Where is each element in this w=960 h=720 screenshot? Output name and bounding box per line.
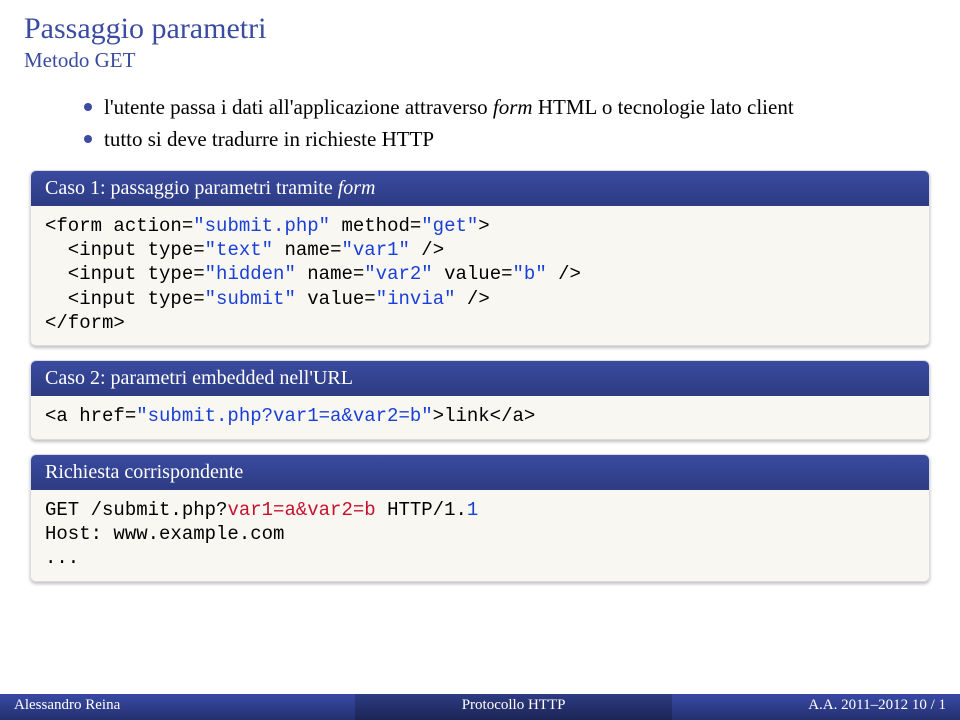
bullet-text: tutto si deve tradurre in richieste HTTP [104, 125, 434, 153]
page-subtitle: Metodo GET [24, 48, 936, 73]
bullet-icon [84, 135, 92, 143]
block-header: Caso 2: parametri embedded nell'URL [31, 361, 929, 396]
code-block-caso2: Caso 2: parametri embedded nell'URL <a h… [30, 360, 930, 439]
list-item: l'utente passa i dati all'applicazione a… [84, 93, 936, 121]
bullet-text: l'utente passa i dati all'applicazione a… [104, 93, 794, 121]
code-body: <a href="submit.php?var1=a&var2=b">link<… [31, 396, 929, 438]
block-header: Richiesta corrispondente [31, 455, 929, 490]
code-body: <form action="submit.php" method="get"> … [31, 206, 929, 346]
bullet-list: l'utente passa i dati all'applicazione a… [84, 93, 936, 154]
code-block-richiesta: Richiesta corrispondente GET /submit.php… [30, 454, 930, 582]
list-item: tutto si deve tradurre in richieste HTTP [84, 125, 936, 153]
bullet-icon [84, 103, 92, 111]
code-body: GET /submit.php?var1=a&var2=b HTTP/1.1 H… [31, 490, 929, 581]
footer-author: Alessandro Reina [0, 694, 355, 720]
code-block-caso1: Caso 1: passaggio parametri tramite form… [30, 170, 930, 347]
footer: Alessandro Reina Protocollo HTTP A.A. 20… [0, 694, 960, 720]
page-title: Passaggio parametri [24, 12, 936, 46]
footer-title: Protocollo HTTP [355, 694, 672, 720]
footer-page: A.A. 2011–2012 10 / 1 [672, 694, 960, 720]
block-header: Caso 1: passaggio parametri tramite form [31, 171, 929, 206]
